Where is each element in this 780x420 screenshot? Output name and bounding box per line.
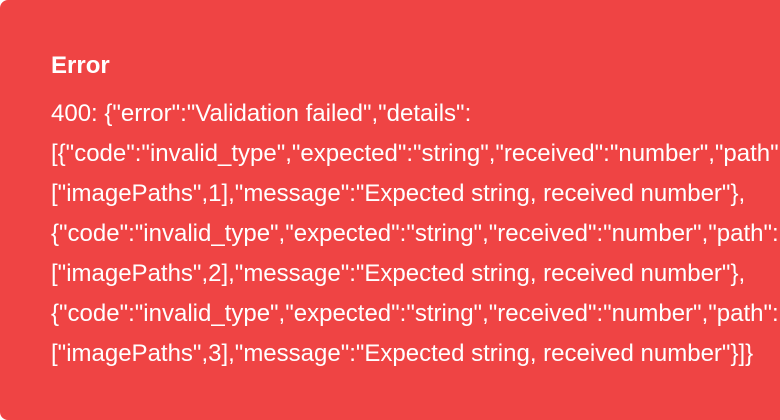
error-message-line: ["imagePaths",1],"message":"Expected str… (51, 180, 746, 207)
error-message-line: 400: {"error":"Validation failed","detai… (51, 100, 472, 127)
error-message-line: [{"code":"invalid_type","expected":"stri… (51, 140, 780, 167)
error-message-line: {"code":"invalid_type","expected":"strin… (51, 220, 779, 247)
error-message-line: ["imagePaths",3],"message":"Expected str… (51, 340, 754, 367)
error-message-line: {"code":"invalid_type","expected":"strin… (51, 300, 779, 327)
error-message-line: ["imagePaths",2],"message":"Expected str… (51, 260, 746, 287)
error-message: 400: {"error":"Validation failed","detai… (51, 94, 780, 374)
error-toast: Error 400: {"error":"Validation failed",… (0, 0, 780, 420)
error-title: Error (51, 52, 110, 79)
